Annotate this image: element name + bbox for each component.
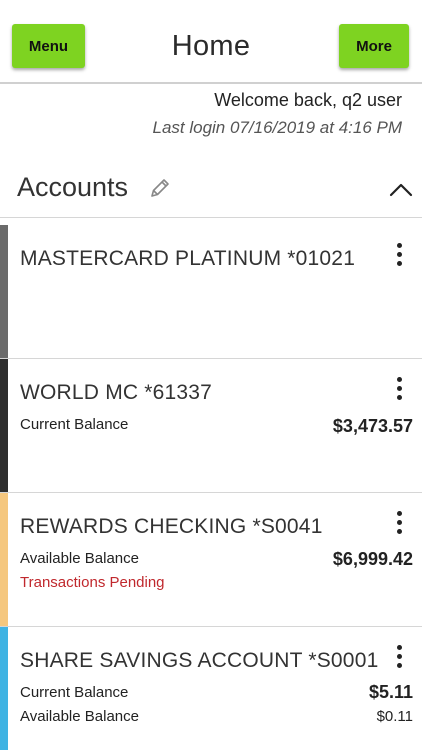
chevron-up-icon[interactable] — [388, 180, 414, 198]
kebab-menu-icon[interactable] — [388, 641, 410, 675]
account-card-world-mc[interactable]: WORLD MC *61337 Current Balance $3,473.5… — [0, 359, 422, 493]
pencil-icon[interactable] — [148, 176, 172, 200]
kebab-menu-icon[interactable] — [388, 507, 410, 541]
balance-amount: $5.11 — [368, 682, 413, 702]
pending-status: Transactions Pending — [20, 574, 165, 591]
last-login: Last login 07/16/2019 at 4:16 PM — [152, 118, 402, 137]
account-name: WORLD MC *61337 — [20, 381, 213, 404]
account-card-rewards-checking[interactable]: REWARDS CHECKING *S0041 Available Balanc… — [0, 493, 422, 627]
account-color-stripe — [0, 627, 8, 750]
more-button[interactable]: More — [339, 24, 409, 68]
balance-amount: $6,999.42 — [332, 549, 413, 569]
account-card-mastercard-platinum[interactable]: MASTERCARD PLATINUM *01021 — [0, 225, 422, 359]
balance-amount: $3,473.57 — [332, 416, 413, 436]
account-color-stripe — [0, 493, 8, 626]
accounts-title: Accounts — [17, 172, 129, 202]
app-header: Menu Home More — [0, 0, 422, 84]
account-name: MASTERCARD PLATINUM *01021 — [20, 247, 356, 270]
account-color-stripe — [0, 359, 8, 492]
account-name: REWARDS CHECKING *S0041 — [20, 515, 323, 538]
balance-label: Available Balance — [20, 550, 139, 567]
balance-label: Current Balance — [20, 416, 129, 433]
account-card-share-savings[interactable]: SHARE SAVINGS ACCOUNT *S0001 Current Bal… — [0, 627, 422, 750]
kebab-menu-icon[interactable] — [388, 373, 410, 407]
account-color-stripe — [0, 225, 8, 358]
account-name: SHARE SAVINGS ACCOUNT *S0001 — [20, 649, 379, 672]
accounts-section-header: Accounts — [0, 160, 422, 218]
welcome-message: Welcome back, q2 user — [214, 90, 402, 110]
kebab-menu-icon[interactable] — [388, 239, 410, 273]
balance-label: Current Balance — [20, 684, 129, 701]
secondary-balance-amount: $0.11 — [376, 708, 413, 725]
secondary-balance-label: Available Balance — [20, 708, 139, 725]
